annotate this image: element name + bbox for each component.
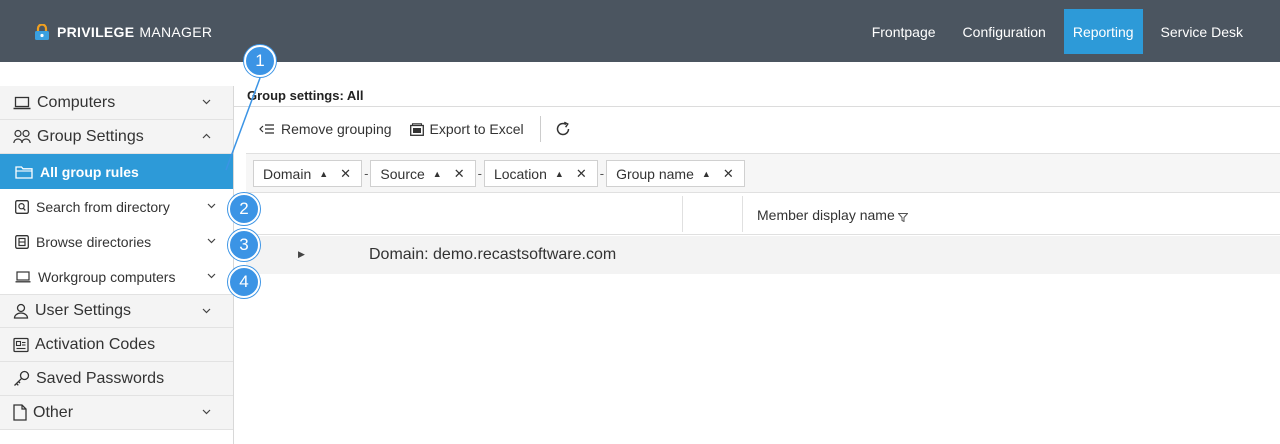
sidebar-item-activation-codes[interactable]: Activation Codes — [0, 328, 233, 362]
column-divider — [742, 196, 743, 232]
sidebar-item-label: Group Settings — [37, 127, 144, 145]
browse-directory-icon — [15, 234, 29, 249]
table-row-group: ▶ Domain: demo.recastsoftware.com — [246, 236, 1280, 274]
grid-header: Member display name — [246, 193, 1280, 235]
export-excel-button[interactable]: Export to Excel — [409, 121, 524, 137]
sort-asc-icon[interactable]: ▲ — [702, 169, 711, 179]
excel-icon — [409, 122, 424, 136]
group-chip-domain[interactable]: Domain ▲ ✕ — [253, 160, 363, 187]
nav-frontpage[interactable]: Frontpage — [863, 9, 945, 54]
close-icon[interactable]: ✕ — [723, 166, 734, 182]
nav-service-desk[interactable]: Service Desk — [1152, 9, 1252, 54]
document-icon — [13, 404, 27, 421]
sidebar-item-saved-passwords[interactable]: Saved Passwords — [0, 362, 233, 396]
chevron-down-icon — [207, 203, 216, 209]
sort-asc-icon[interactable]: ▲ — [319, 169, 328, 179]
chip-separator: - — [364, 166, 369, 181]
sort-asc-icon[interactable]: ▲ — [433, 169, 442, 179]
sidebar-item-label: Computers — [37, 93, 116, 111]
brand-logo: PRIVILEGE MANAGER — [34, 24, 212, 40]
sidebar-item-user-settings[interactable]: User Settings — [0, 294, 233, 328]
sidebar-item-browse-directories[interactable]: Browse directories — [0, 224, 233, 259]
lock-logo-icon — [35, 24, 49, 40]
sidebar-item-workgroup-computers[interactable]: Workgroup computers — [0, 259, 233, 294]
group-chip-location[interactable]: Location ▲ ✕ — [483, 160, 598, 187]
column-header-label: Member display name — [757, 207, 895, 223]
group-chips: Domain ▲ ✕ - Source ▲ ✕ - Location ▲ ✕ -… — [253, 160, 745, 187]
nav-configuration[interactable]: Configuration — [954, 9, 1055, 54]
close-icon[interactable]: ✕ — [454, 166, 465, 182]
activation-code-icon — [13, 337, 29, 352]
sidebar-item-label: Browse directories — [36, 233, 152, 250]
remove-grouping-icon — [259, 124, 274, 134]
column-header-member-display-name[interactable]: Member display name — [757, 207, 908, 223]
sidebar-item-label: All group rules — [40, 163, 139, 180]
laptop-icon — [15, 270, 31, 282]
chevron-down-icon — [202, 409, 211, 415]
chip-label: Group name — [616, 165, 694, 182]
grouping-panel: Domain ▲ ✕ - Source ▲ ✕ - Location ▲ ✕ -… — [246, 153, 1280, 193]
callout-badge-2: 2 — [228, 193, 260, 225]
sidebar: Computers Group Settings All group rules… — [0, 86, 234, 444]
brand-name: PRIVILEGE — [57, 24, 135, 40]
refresh-icon — [556, 121, 569, 136]
remove-grouping-label: Remove grouping — [281, 121, 392, 137]
chevron-down-icon — [202, 308, 211, 314]
sort-asc-icon[interactable]: ▲ — [555, 169, 564, 179]
column-divider — [682, 196, 683, 232]
brand-suffix: MANAGER — [139, 24, 213, 40]
close-icon[interactable]: ✕ — [340, 166, 351, 182]
top-bar: PRIVILEGE MANAGER Frontpage Configuratio… — [0, 0, 1280, 62]
group-chip-group-name[interactable]: Group name ▲ ✕ — [606, 160, 745, 187]
callout-badge-1: 1 — [244, 45, 276, 77]
key-icon — [14, 370, 30, 386]
sidebar-item-all-group-rules[interactable]: All group rules — [0, 154, 233, 189]
sidebar-item-group-settings[interactable]: Group Settings — [0, 120, 233, 154]
callout-badge-4: 4 — [228, 266, 260, 298]
sidebar-item-label: Saved Passwords — [36, 369, 165, 387]
remove-grouping-button[interactable]: Remove grouping — [259, 121, 392, 137]
divider — [234, 106, 1280, 107]
filter-icon[interactable] — [897, 213, 908, 222]
chevron-down-icon — [202, 99, 211, 105]
sidebar-item-search-from-directory[interactable]: Search from directory — [0, 189, 233, 224]
export-excel-label: Export to Excel — [429, 121, 524, 137]
folder-icon — [15, 165, 33, 179]
sidebar-item-label: Workgroup computers — [38, 268, 176, 285]
nav-reporting[interactable]: Reporting — [1063, 9, 1143, 54]
chip-label: Source — [380, 165, 425, 182]
sidebar-item-computers[interactable]: Computers — [0, 86, 233, 120]
user-icon — [13, 303, 29, 319]
close-icon[interactable]: ✕ — [576, 166, 587, 182]
refresh-button[interactable] — [555, 121, 577, 137]
chevron-down-icon — [207, 238, 216, 244]
toolbar-divider — [539, 116, 541, 142]
chip-separator: - — [599, 166, 605, 181]
chevron-down-icon — [207, 273, 216, 279]
users-icon — [13, 129, 31, 143]
expand-arrow-icon[interactable]: ▶ — [298, 249, 305, 260]
group-chip-source[interactable]: Source ▲ ✕ — [370, 160, 476, 187]
grid-toolbar: Remove grouping Export to Excel — [259, 116, 595, 142]
sidebar-item-other[interactable]: Other — [0, 396, 233, 430]
sidebar-item-label: Search from directory — [36, 198, 170, 215]
chip-separator: - — [477, 166, 482, 181]
group-row-label: Domain: demo.recastsoftware.com — [369, 246, 617, 263]
page-title: Group settings: All — [247, 88, 364, 103]
sidebar-item-label: Activation Codes — [35, 335, 156, 353]
chevron-up-icon — [202, 133, 211, 139]
search-directory-icon — [15, 199, 29, 214]
sidebar-item-label: User Settings — [35, 302, 132, 319]
main-nav: Frontpage Configuration Reporting Servic… — [854, 9, 1252, 54]
chip-label: Location — [493, 165, 547, 182]
laptop-icon — [13, 96, 31, 109]
callout-badge-3: 3 — [228, 229, 260, 261]
sidebar-item-label: Other — [33, 403, 74, 421]
chip-label: Domain — [263, 165, 312, 182]
